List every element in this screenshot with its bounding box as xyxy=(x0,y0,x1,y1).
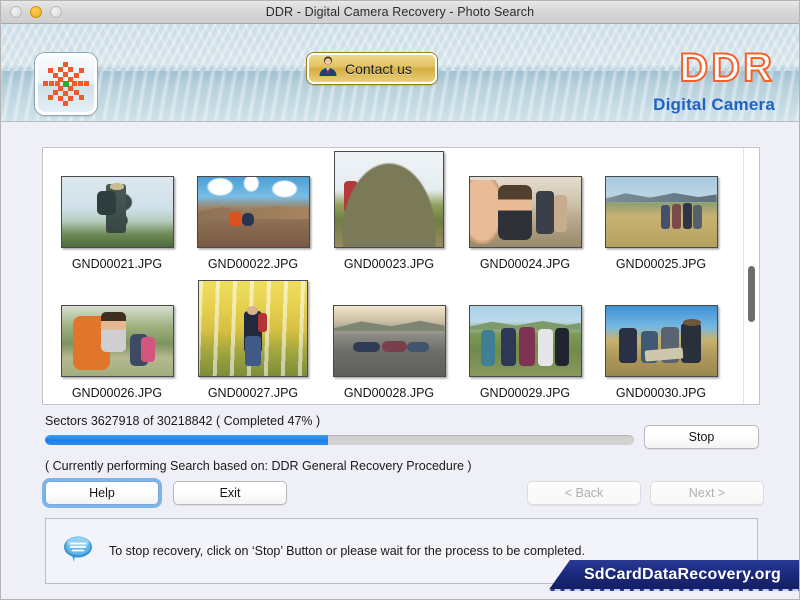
brand-subtitle: Digital Camera xyxy=(653,95,775,115)
thumbnail-image[interactable] xyxy=(469,176,582,248)
thumbnail-label: GND00022.JPG xyxy=(208,257,298,271)
user-icon xyxy=(316,54,340,83)
thumbnail-image[interactable] xyxy=(61,176,174,248)
brand-block: DDR Digital Camera xyxy=(653,48,775,115)
thumbnail-image[interactable] xyxy=(198,280,308,377)
sectors-status-text: Sectors 3627918 of 30218842 ( Completed … xyxy=(45,414,320,428)
thumbnail-image[interactable] xyxy=(605,176,718,248)
brand-title: DDR xyxy=(653,48,775,88)
thumbnail-image[interactable] xyxy=(61,305,174,377)
info-message-text: To stop recovery, click on ‘Stop’ Button… xyxy=(109,544,585,558)
thumbnail-image[interactable] xyxy=(333,305,446,377)
contact-us-button[interactable]: Contact us xyxy=(307,53,437,84)
back-button[interactable]: < Back xyxy=(527,481,641,505)
progress-bar xyxy=(45,435,634,445)
window-title: DDR - Digital Camera Recovery - Photo Se… xyxy=(1,5,799,19)
thumbnail-item[interactable]: GND00029.JPG xyxy=(457,277,593,405)
watermark-banner: SdCardDataRecovery.org xyxy=(548,560,799,591)
thumbnail-item[interactable]: GND00028.JPG xyxy=(321,277,457,405)
thumbnail-row: GND00026.JPG GND00027.JPG GND00028.JPG G… xyxy=(43,277,759,405)
thumbnail-row: GND00021.JPG GND00022.JPG GND00023.JPG G… xyxy=(43,148,759,277)
thumbnail-label: GND00021.JPG xyxy=(72,257,162,271)
help-button[interactable]: Help xyxy=(45,481,159,505)
next-button[interactable]: Next > xyxy=(650,481,764,505)
app-window: DDR - Digital Camera Recovery - Photo Se… xyxy=(0,0,800,600)
ddr-app-icon xyxy=(35,53,97,115)
thumbnail-item[interactable]: GND00026.JPG xyxy=(49,277,185,405)
thumbnail-label: GND00023.JPG xyxy=(344,257,434,271)
thumbnail-panel[interactable]: GND00021.JPG GND00022.JPG GND00023.JPG G… xyxy=(42,147,760,405)
content-area: GND00021.JPG GND00022.JPG GND00023.JPG G… xyxy=(1,122,799,600)
thumbnail-image[interactable] xyxy=(334,151,444,248)
thumbnail-label: GND00029.JPG xyxy=(480,386,570,400)
thumbnail-item[interactable]: GND00024.JPG xyxy=(457,148,593,277)
thumbnail-item[interactable]: GND00022.JPG xyxy=(185,148,321,277)
thumbnail-label: GND00024.JPG xyxy=(480,257,570,271)
thumbnail-label: GND00026.JPG xyxy=(72,386,162,400)
thumbnail-label: GND00025.JPG xyxy=(616,257,706,271)
speech-bubble-icon xyxy=(62,534,96,569)
thumbnail-item[interactable]: GND00030.JPG xyxy=(593,277,729,405)
thumbnail-image[interactable] xyxy=(469,305,582,377)
thumbnail-item[interactable]: GND00023.JPG xyxy=(321,148,457,277)
thumbnail-image[interactable] xyxy=(197,176,310,248)
app-header: Contact us DDR Digital Camera xyxy=(1,24,799,122)
thumbnail-scrollbar[interactable] xyxy=(743,148,759,404)
current-operation-text: ( Currently performing Search based on: … xyxy=(45,459,472,473)
thumbnail-label: GND00030.JPG xyxy=(616,386,706,400)
thumbnail-image[interactable] xyxy=(605,305,718,377)
scrollbar-thumb[interactable] xyxy=(748,266,755,322)
title-bar: DDR - Digital Camera Recovery - Photo Se… xyxy=(1,1,799,24)
exit-button[interactable]: Exit xyxy=(173,481,287,505)
thumbnail-item[interactable]: GND00025.JPG xyxy=(593,148,729,277)
stop-button[interactable]: Stop xyxy=(644,425,759,449)
progress-bar-fill xyxy=(45,435,328,445)
watermark-text: SdCardDataRecovery.org xyxy=(584,566,781,584)
thumbnail-label: GND00028.JPG xyxy=(344,386,434,400)
contact-us-label: Contact us xyxy=(345,61,412,77)
thumbnail-item[interactable]: GND00027.JPG xyxy=(185,277,321,405)
thumbnail-label: GND00027.JPG xyxy=(208,386,298,400)
thumbnail-grid: GND00021.JPG GND00022.JPG GND00023.JPG G… xyxy=(43,148,759,405)
thumbnail-item[interactable]: GND00021.JPG xyxy=(49,148,185,277)
